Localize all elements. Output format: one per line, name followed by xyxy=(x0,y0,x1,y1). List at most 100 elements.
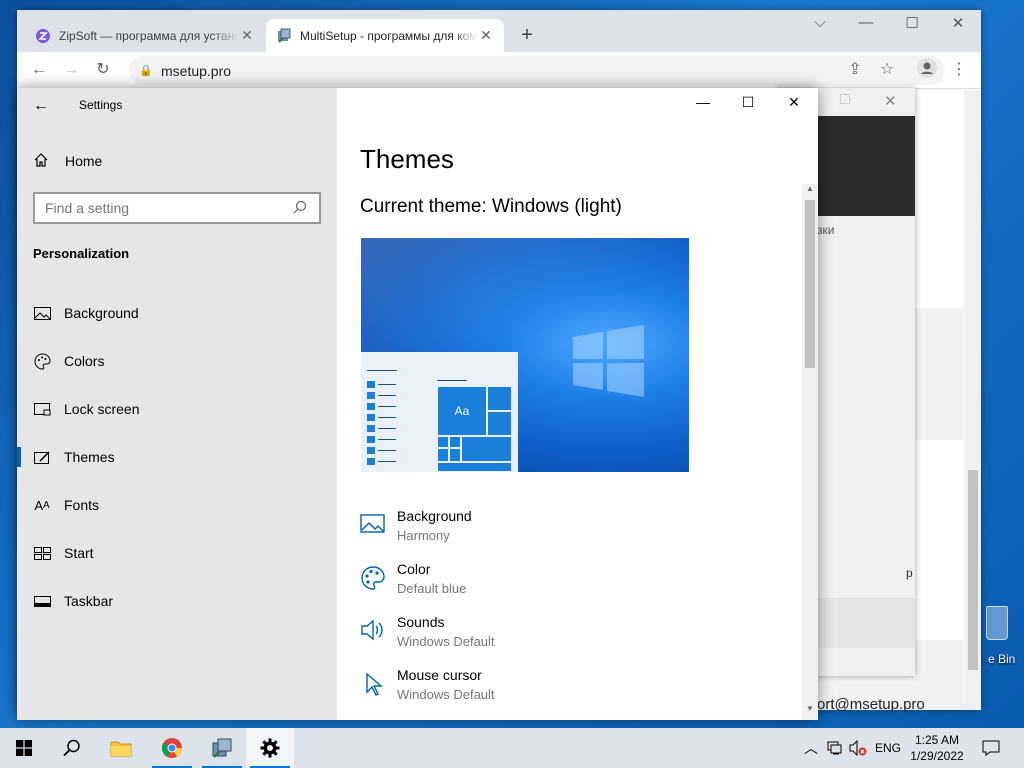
app-title: Settings xyxy=(79,98,123,112)
star-icon[interactable]: ☆ xyxy=(875,58,899,82)
page-scrollbar[interactable] xyxy=(965,90,981,710)
current-theme-heading: Current theme: Windows (light) xyxy=(360,196,622,217)
lock-screen-icon xyxy=(33,400,51,418)
scroll-up-icon[interactable]: ▲ xyxy=(802,184,818,198)
clock[interactable]: 1:25 AM 1/29/2022 xyxy=(906,732,968,764)
nav-item-fonts[interactable]: AA Fonts xyxy=(17,485,337,525)
dialog-partial-text: p xyxy=(906,566,913,580)
close-browser-button[interactable]: ✕ xyxy=(938,14,978,32)
back-arrow-icon[interactable]: ← xyxy=(27,58,51,82)
kebab-menu-icon[interactable]: ⋮ xyxy=(947,58,971,82)
scrollbar-thumb[interactable] xyxy=(805,200,815,368)
nav-item-label: Taskbar xyxy=(64,593,114,609)
multisetup-taskbar-button[interactable] xyxy=(198,728,246,768)
theme-part-value: Harmony xyxy=(397,528,450,543)
settings-taskbar-button[interactable] xyxy=(246,728,294,768)
file-explorer-button[interactable] xyxy=(97,728,145,768)
theme-part-title: Sounds xyxy=(397,614,445,630)
close-button[interactable]: ✕ xyxy=(771,94,817,114)
theme-part-title: Mouse cursor xyxy=(397,667,482,683)
search-icon[interactable] xyxy=(293,200,309,217)
page-scrollbar-thumb[interactable] xyxy=(968,470,978,670)
url-text: msetup.pro xyxy=(161,62,232,79)
nav-item-label: Start xyxy=(64,545,94,561)
palette-icon xyxy=(360,565,386,591)
windows-start-icon xyxy=(16,740,32,756)
reload-icon[interactable]: ↻ xyxy=(91,58,115,82)
settings-nav-pane: ← Settings Home Personalization Backgrou… xyxy=(17,88,337,720)
content-scrollbar[interactable]: ▲ ▼ xyxy=(802,184,818,720)
maximize-button[interactable]: ☐ xyxy=(725,94,771,114)
nav-item-lock-screen[interactable]: Lock screen xyxy=(17,389,337,429)
settings-content-pane: — ☐ ✕ Themes Current theme: Windows (lig… xyxy=(337,88,818,720)
browser-toolbar: ← → ↻ 🔒 msetup.pro ⇪ ☆ ⋮ xyxy=(17,52,981,89)
address-bar[interactable]: 🔒 msetup.pro xyxy=(129,56,945,85)
share-icon[interactable]: ⇪ xyxy=(843,58,867,82)
nav-item-themes[interactable]: Themes xyxy=(17,437,337,477)
start-button[interactable] xyxy=(0,728,48,768)
network-icon[interactable] xyxy=(824,728,846,768)
notifications-icon[interactable] xyxy=(978,728,1004,768)
preview-tile xyxy=(487,386,512,411)
language-indicator[interactable]: ENG xyxy=(872,728,904,768)
recycle-bin[interactable]: e Bin xyxy=(982,600,1024,670)
theme-part-value: Default blue xyxy=(397,581,467,596)
maximize-button[interactable]: ☐ xyxy=(892,14,932,32)
new-tab-button[interactable]: + xyxy=(515,24,539,47)
nav-item-taskbar[interactable]: Taskbar xyxy=(17,581,337,621)
start-icon xyxy=(33,544,51,562)
themes-icon xyxy=(33,448,51,466)
search-icon xyxy=(63,739,80,757)
theme-part-title: Background xyxy=(397,508,472,524)
chevron-down-icon[interactable]: ⌵ xyxy=(800,14,840,31)
home-nav-item[interactable]: Home xyxy=(33,150,102,172)
page-title: Themes xyxy=(360,144,454,174)
back-arrow-icon[interactable]: ← xyxy=(33,94,57,118)
recycle-bin-icon xyxy=(986,606,1008,640)
fonts-icon: AA xyxy=(34,497,50,513)
scroll-down-icon[interactable]: ▼ xyxy=(802,704,818,718)
clock-date: 1/29/2022 xyxy=(910,749,964,763)
chrome-taskbar-button[interactable] xyxy=(148,728,196,768)
tab-title: ZipSoft — программа для установки xyxy=(59,28,239,43)
preview-tile xyxy=(449,448,461,462)
close-tab-icon[interactable]: ✕ xyxy=(239,27,255,44)
folder-icon xyxy=(110,741,132,757)
minimize-button[interactable]: — xyxy=(680,94,726,114)
search-button[interactable] xyxy=(48,728,96,768)
chevron-up-icon[interactable]: ︿ xyxy=(800,728,822,768)
tab-strip: ZipSoft — программа для установки ✕ Mult… xyxy=(17,10,981,52)
preview-tile xyxy=(449,436,461,448)
picture-icon xyxy=(360,512,386,538)
theme-preview: Aa xyxy=(361,238,689,472)
nav-item-background[interactable]: Background xyxy=(17,293,337,333)
settings-search-box[interactable] xyxy=(33,192,321,224)
browser-tab-zipsoft[interactable]: ZipSoft — программа для установки ✕ xyxy=(25,19,265,52)
minimize-button[interactable]: — xyxy=(846,14,886,31)
search-input[interactable] xyxy=(45,200,293,216)
profile-avatar-icon[interactable] xyxy=(915,58,939,82)
home-label: Home xyxy=(65,153,103,169)
clock-time: 1:25 AM xyxy=(914,733,960,747)
maximize-icon[interactable] xyxy=(840,94,850,104)
picture-icon xyxy=(33,304,51,322)
taskbar: ︿ ENG 1:25 AM 1/29/2022 xyxy=(0,728,1024,768)
close-tab-icon[interactable]: ✕ xyxy=(478,27,494,44)
preview-tile xyxy=(437,462,512,472)
volume-muted-icon[interactable] xyxy=(847,728,869,768)
nav-item-colors[interactable]: Colors xyxy=(17,341,337,381)
preview-tile xyxy=(437,436,449,448)
lock-icon: 🔒 xyxy=(139,64,153,77)
gear-icon xyxy=(260,738,280,758)
nav-item-label: Colors xyxy=(64,353,105,369)
page-email-text[interactable]: ort@msetup.pro xyxy=(817,696,925,713)
settings-window: ← Settings Home Personalization Backgrou… xyxy=(17,88,818,720)
browser-tab-multisetup[interactable]: MultiSetup - программы для компьютера ✕ xyxy=(266,19,504,52)
theme-part-value: Windows Default xyxy=(397,634,495,649)
speaker-icon xyxy=(360,618,386,644)
close-icon[interactable]: ✕ xyxy=(884,92,897,110)
nav-item-start[interactable]: Start xyxy=(17,533,337,573)
tab-title: MultiSetup - программы для компьютера xyxy=(300,28,478,43)
forward-arrow-icon[interactable]: → xyxy=(59,58,83,82)
theme-part-value: Windows Default xyxy=(397,687,495,702)
